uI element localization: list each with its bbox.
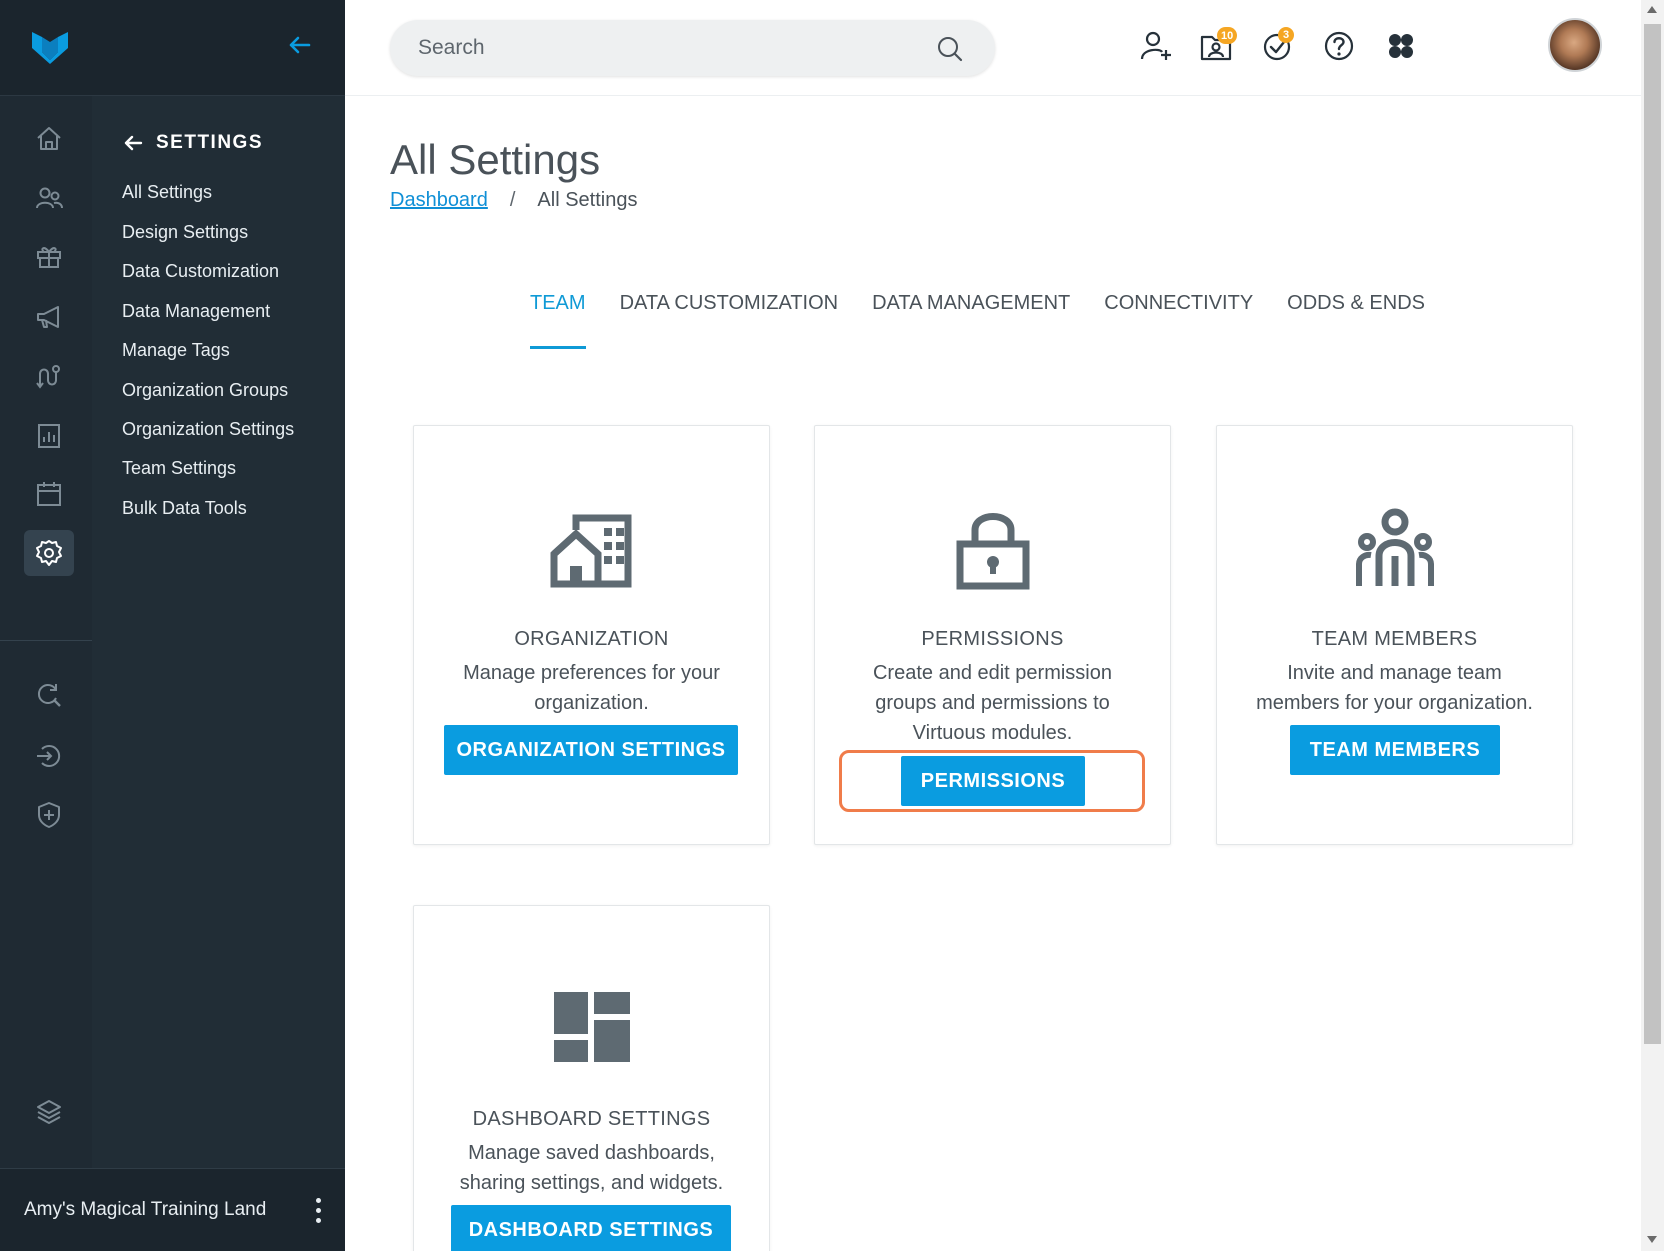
home-icon[interactable]: [24, 116, 74, 162]
add-user-icon[interactable]: [1138, 28, 1174, 64]
user-avatar[interactable]: [1548, 18, 1602, 72]
calendar-icon[interactable]: [24, 471, 74, 517]
card-description: Manage saved dashboards, sharing setting…: [459, 1142, 724, 1194]
dashboard-settings-card: DASHBOARD SETTINGS Manage saved dashboar…: [413, 905, 770, 1251]
search-bar: [390, 20, 995, 76]
query-icon[interactable]: [24, 672, 74, 718]
layers-icon[interactable]: [24, 1088, 74, 1134]
rail-header: [0, 0, 345, 96]
subnav-item-team-settings[interactable]: Team Settings: [122, 458, 236, 479]
page-title: All Settings: [390, 136, 601, 183]
subnav-item-all-settings[interactable]: All Settings: [122, 182, 212, 203]
tab-odds-and-ends[interactable]: ODDS & ENDS: [1287, 292, 1425, 350]
report-icon[interactable]: [24, 413, 74, 459]
organization-menu-kebab-icon[interactable]: [306, 1193, 330, 1227]
import-icon[interactable]: [24, 733, 74, 779]
lock-icon: [815, 504, 1170, 592]
organization-settings-button[interactable]: ORGANIZATION SETTINGS: [444, 725, 738, 775]
inbox-contact-icon[interactable]: 10: [1198, 27, 1238, 64]
collapse-sidebar-arrow-icon[interactable]: [284, 30, 314, 60]
card-description: Invite and manage team members for your …: [1256, 662, 1533, 714]
card-description: Manage preferences for your organization…: [463, 662, 720, 714]
building-icon: [414, 504, 769, 592]
virtuous-logo-icon[interactable]: [30, 28, 70, 64]
team-members-button[interactable]: TEAM MEMBERS: [1290, 725, 1500, 775]
back-arrow-icon: [124, 135, 143, 151]
page-scrollbar[interactable]: [1641, 0, 1664, 1251]
breadcrumb: Dashboard / All Settings: [390, 189, 637, 212]
subnav-item-manage-tags[interactable]: Manage Tags: [122, 340, 230, 361]
organization-name[interactable]: Amy's Magical Training Land: [24, 1199, 266, 1221]
scroll-thumb[interactable]: [1644, 24, 1661, 1044]
settings-back-header[interactable]: SETTINGS: [122, 132, 263, 154]
scroll-down-arrow-icon[interactable]: [1647, 1236, 1657, 1243]
security-shield-icon[interactable]: [24, 792, 74, 838]
tab-data-customization[interactable]: DATA CUSTOMIZATION: [620, 292, 839, 350]
tab-connectivity[interactable]: CONNECTIVITY: [1104, 292, 1253, 350]
team-icon: [1217, 504, 1572, 592]
people-icon[interactable]: [24, 175, 74, 221]
team-members-card: TEAM MEMBERS Invite and manage team memb…: [1216, 425, 1573, 845]
permissions-card: PERMISSIONS Create and edit permission g…: [814, 425, 1171, 845]
breadcrumb-current: All Settings: [537, 189, 638, 211]
permissions-button[interactable]: PERMISSIONS: [901, 756, 1085, 806]
breadcrumb-separator: /: [509, 189, 516, 211]
scroll-up-arrow-icon[interactable]: [1647, 6, 1657, 13]
dashboard-layout-icon: [414, 984, 769, 1072]
card-title: PERMISSIONS: [921, 628, 1064, 650]
help-icon[interactable]: [1321, 28, 1357, 64]
workflow-icon[interactable]: [24, 354, 74, 400]
tasks-check-icon[interactable]: 3: [1260, 27, 1296, 64]
settings-header-label: SETTINGS: [156, 132, 264, 153]
gift-icon[interactable]: [24, 233, 74, 279]
card-title: ORGANIZATION: [514, 628, 669, 650]
tab-data-management[interactable]: DATA MANAGEMENT: [872, 292, 1070, 350]
inbox-badge: 10: [1217, 27, 1238, 44]
subnav-item-bulk-data-tools[interactable]: Bulk Data Tools: [122, 498, 247, 519]
tasks-badge: 3: [1278, 27, 1294, 43]
megaphone-icon[interactable]: [24, 294, 74, 340]
organization-card: ORGANIZATION Manage preferences for your…: [413, 425, 770, 845]
subnav-item-organization-settings[interactable]: Organization Settings: [122, 419, 294, 440]
card-title: TEAM MEMBERS: [1311, 628, 1478, 650]
subnav-item-data-management[interactable]: Data Management: [122, 301, 270, 322]
apps-grid-icon[interactable]: [1383, 28, 1419, 64]
card-description: Create and edit permission groups and pe…: [872, 662, 1112, 744]
search-input[interactable]: [418, 32, 918, 64]
settings-subnav: SETTINGS All Settings Design Settings Da…: [92, 96, 345, 1168]
top-bar: 10 3: [345, 0, 1641, 96]
dashboard-settings-button[interactable]: DASHBOARD SETTINGS: [451, 1205, 731, 1251]
subnav-item-organization-groups[interactable]: Organization Groups: [122, 380, 288, 401]
tab-team[interactable]: TEAM: [530, 292, 586, 350]
search-icon[interactable]: [935, 34, 965, 64]
subnav-item-data-customization[interactable]: Data Customization: [122, 261, 279, 282]
organization-footer: Amy's Magical Training Land: [0, 1168, 345, 1251]
subnav-item-design-settings[interactable]: Design Settings: [122, 222, 248, 243]
rail-divider: [0, 640, 92, 641]
settings-gear-icon[interactable]: [24, 530, 74, 576]
breadcrumb-dashboard-link[interactable]: Dashboard: [390, 189, 488, 212]
settings-tabs: TEAM DATA CUSTOMIZATION DATA MANAGEMENT …: [530, 292, 1425, 352]
card-title: DASHBOARD SETTINGS: [472, 1108, 711, 1130]
